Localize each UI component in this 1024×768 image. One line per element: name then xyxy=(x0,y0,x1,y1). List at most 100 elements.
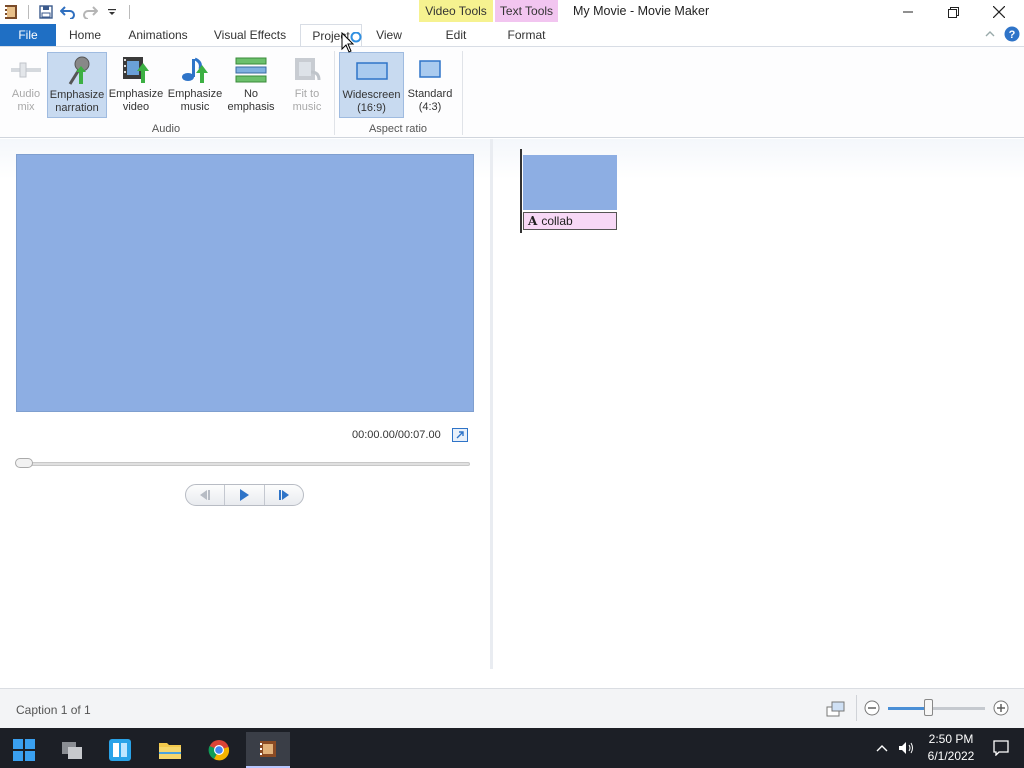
no-emphasis-button[interactable]: No emphasis xyxy=(225,52,277,118)
widescreen-button[interactable]: Widescreen (16:9) xyxy=(339,52,404,118)
video-tools-context-label: Video Tools xyxy=(419,0,493,22)
widescreen-label-1: Widescreen xyxy=(342,89,401,101)
seek-thumb[interactable] xyxy=(15,458,33,468)
close-button[interactable] xyxy=(976,0,1022,24)
caption-count: Caption 1 of 1 xyxy=(16,703,91,717)
emphasize-music-label-2: music xyxy=(180,101,210,113)
minimize-ribbon-icon[interactable] xyxy=(984,28,996,43)
fit-to-music-icon xyxy=(284,52,330,88)
ribbon-project: Audio mix Emphasize narration Emphasize … xyxy=(0,46,1024,138)
movie-maker-taskbar-icon[interactable] xyxy=(246,732,290,768)
restore-button[interactable] xyxy=(930,0,976,24)
qat-separator xyxy=(129,5,130,19)
chrome-icon[interactable] xyxy=(197,732,241,768)
audio-mix-icon xyxy=(6,52,46,88)
next-frame-button[interactable] xyxy=(263,485,303,505)
audio-mix-label-1: Audio xyxy=(11,88,41,100)
standard-label-2: (4:3) xyxy=(418,101,442,113)
tab-format[interactable]: Format xyxy=(495,24,558,46)
fit-to-music-button[interactable]: Fit to music xyxy=(284,52,330,118)
standard-icon xyxy=(405,52,455,88)
emphasize-video-button[interactable]: Emphasize video xyxy=(108,52,164,118)
pane-splitter[interactable] xyxy=(490,139,493,669)
window-title: My Movie - Movie Maker xyxy=(573,4,710,18)
tab-visual-effects[interactable]: Visual Effects xyxy=(206,24,294,46)
quick-access-toolbar xyxy=(0,0,136,24)
caption-text: collab xyxy=(541,214,573,228)
playback-controls xyxy=(185,484,304,506)
audio-group-label: Audio xyxy=(151,123,181,135)
tab-file[interactable]: File xyxy=(0,24,56,46)
emphasize-narration-label-2: narration xyxy=(55,102,99,114)
no-emphasis-label-2: emphasis xyxy=(227,101,275,113)
music-note-icon xyxy=(166,52,224,88)
notifications-icon[interactable] xyxy=(990,728,1012,768)
group-separator xyxy=(334,51,335,135)
save-icon[interactable] xyxy=(35,1,57,23)
widgets-icon[interactable] xyxy=(98,732,142,768)
fullscreen-icon[interactable] xyxy=(452,428,468,442)
audio-mix-label-2: mix xyxy=(17,101,35,113)
caption-item[interactable]: A collab xyxy=(523,212,617,230)
customize-qat-icon[interactable] xyxy=(101,1,123,23)
main-area: 00:00.00/00:07.00 A collab xyxy=(0,139,1024,688)
video-preview[interactable] xyxy=(16,154,474,412)
microphone-icon xyxy=(48,53,106,89)
timecode: 00:00.00/00:07.00 xyxy=(352,429,441,441)
standard-button[interactable]: Standard (4:3) xyxy=(405,52,455,118)
undo-icon[interactable] xyxy=(57,1,79,23)
film-icon xyxy=(108,52,164,88)
taskbar-clock[interactable]: 2:50 PM 6/1/2022 xyxy=(926,731,976,765)
task-view-icon[interactable] xyxy=(50,732,94,768)
help-icon[interactable]: ? xyxy=(1004,26,1020,45)
standard-label-1: Standard xyxy=(407,88,453,100)
tab-view[interactable]: View xyxy=(368,24,410,46)
emphasize-video-label-1: Emphasize xyxy=(108,88,164,100)
tab-edit[interactable]: Edit xyxy=(419,24,493,46)
emphasize-narration-label-1: Emphasize xyxy=(49,89,105,101)
svg-text:?: ? xyxy=(1009,29,1016,41)
previous-frame-button[interactable] xyxy=(186,485,224,505)
emphasize-music-label-1: Emphasize xyxy=(167,88,223,100)
ribbon-tab-row: File Home Animations Visual Effects Proj… xyxy=(0,24,1024,46)
emphasize-video-label-2: video xyxy=(122,101,150,113)
thumbnail-size-icon[interactable] xyxy=(826,701,846,720)
minimize-button[interactable] xyxy=(885,0,931,24)
show-hidden-icons-icon[interactable] xyxy=(872,728,892,768)
storyboard-clip[interactable] xyxy=(523,155,617,210)
emphasize-music-button[interactable]: Emphasize music xyxy=(166,52,224,118)
fit-to-music-label-2: music xyxy=(292,101,322,113)
redo-icon[interactable] xyxy=(79,1,101,23)
zoom-in-icon[interactable] xyxy=(993,700,1009,719)
start-windows-icon[interactable] xyxy=(2,732,46,768)
mouse-cursor-icon xyxy=(341,31,367,57)
tab-animations[interactable]: Animations xyxy=(120,24,196,46)
caption-icon: A xyxy=(528,214,538,228)
volume-icon[interactable] xyxy=(896,728,918,768)
zoom-slider-thumb[interactable] xyxy=(924,699,933,716)
no-emphasis-icon xyxy=(225,52,277,88)
audio-mix-button[interactable]: Audio mix xyxy=(6,52,46,118)
seek-bar[interactable] xyxy=(18,462,470,466)
file-explorer-icon[interactable] xyxy=(148,732,192,768)
app-icon[interactable] xyxy=(0,1,22,23)
group-separator xyxy=(462,51,463,135)
taskbar: 2:50 PM 6/1/2022 xyxy=(0,728,1024,768)
play-button[interactable] xyxy=(224,485,263,505)
status-separator xyxy=(856,695,857,721)
qat-separator xyxy=(28,5,29,19)
playhead-marker xyxy=(520,149,522,233)
fit-to-music-label-1: Fit to xyxy=(294,88,320,100)
widescreen-label-2: (16:9) xyxy=(357,102,386,114)
no-emphasis-label-1: No xyxy=(243,88,259,100)
tab-home[interactable]: Home xyxy=(62,24,108,46)
title-bar: Video Tools Text Tools My Movie - Movie … xyxy=(0,0,1024,24)
zoom-out-icon[interactable] xyxy=(864,700,880,719)
emphasize-narration-button[interactable]: Emphasize narration xyxy=(47,52,107,118)
text-tools-context-label: Text Tools xyxy=(495,0,558,22)
widescreen-icon xyxy=(340,53,403,89)
aspect-ratio-group-label: Aspect ratio xyxy=(368,123,428,135)
zoom-slider-fill xyxy=(888,707,928,710)
clock-time: 2:50 PM xyxy=(928,732,974,746)
status-bar: Caption 1 of 1 xyxy=(0,688,1024,728)
